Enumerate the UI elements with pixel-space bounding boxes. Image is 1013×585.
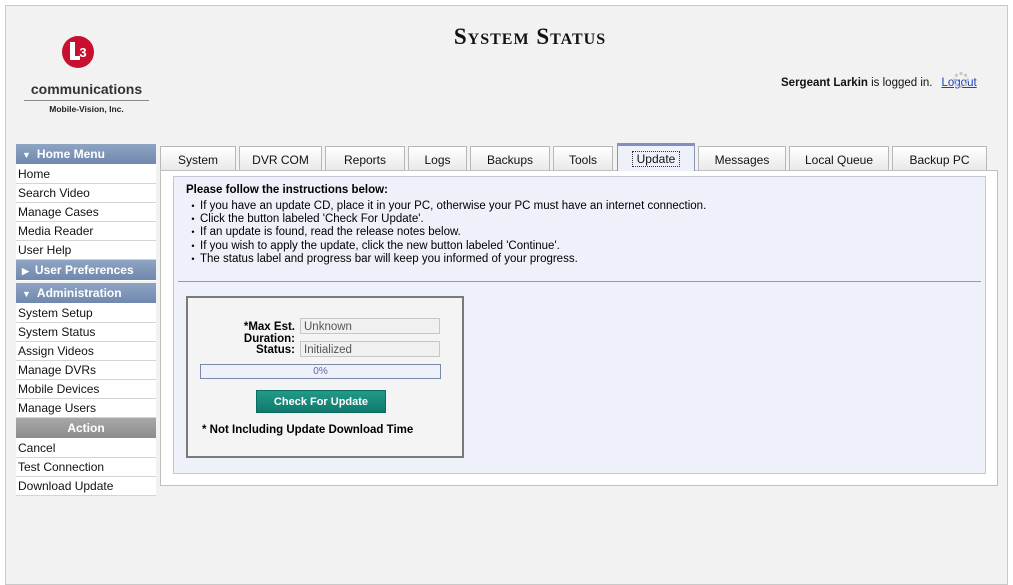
instruction-item: If you wish to apply the update, click t… xyxy=(186,240,706,253)
tab-local-queue[interactable]: Local Queue xyxy=(789,146,889,170)
administration-label: Administration xyxy=(36,286,122,300)
max-duration-label: *Max Est. Duration: xyxy=(243,321,295,345)
sidebar-item-search-video[interactable]: Search Video xyxy=(16,184,156,203)
sidebar-item-system-status[interactable]: System Status xyxy=(16,323,156,342)
tab-reports[interactable]: Reports xyxy=(325,146,405,170)
user-preferences-header[interactable]: ▶ User Preferences xyxy=(16,260,156,281)
tab-update[interactable]: Update xyxy=(617,143,695,171)
tab-system[interactable]: System xyxy=(160,146,236,170)
sidebar-item-manage-users[interactable]: Manage Users xyxy=(16,399,156,418)
logged-in-text: is logged in. xyxy=(867,77,933,89)
status-label: Status: xyxy=(256,344,295,356)
sidebar-item-system-setup[interactable]: System Setup xyxy=(16,304,156,323)
tab-backups[interactable]: Backups xyxy=(470,146,550,170)
instruction-item: The status label and progress bar will k… xyxy=(186,253,706,266)
status-field: Initialized xyxy=(300,341,440,357)
login-info: Sergeant Larkin is logged in. Logout xyxy=(781,77,977,89)
tab-logs[interactable]: Logs xyxy=(408,146,467,170)
sidebar-item-manage-cases[interactable]: Manage Cases xyxy=(16,203,156,222)
logo-subtitle: Mobile-Vision, Inc. xyxy=(49,104,124,114)
instructions-title: Please follow the instructions below: xyxy=(186,184,388,196)
sidebar: ▼ Home Menu Home Search Video Manage Case… xyxy=(16,144,156,496)
check-for-update-button[interactable]: Check For Update xyxy=(256,390,386,413)
divider xyxy=(178,281,981,282)
logo-divider xyxy=(24,100,149,101)
instruction-item: If an update is found, read the release … xyxy=(186,226,706,239)
instruction-item: If you have an update CD, place it in yo… xyxy=(186,200,706,213)
svg-text:3: 3 xyxy=(79,45,86,60)
tab-tools[interactable]: Tools xyxy=(553,146,613,170)
home-menu-label: Home Menu xyxy=(36,147,105,161)
l3-logo-mark: 3 xyxy=(62,36,94,68)
action-item-download-update[interactable]: Download Update xyxy=(16,477,156,496)
triangle-down-icon: ▼ xyxy=(22,150,31,160)
triangle-right-icon: ▶ xyxy=(22,266,29,276)
sidebar-item-home[interactable]: Home xyxy=(16,165,156,184)
logged-in-user: Sergeant Larkin xyxy=(781,77,868,89)
sidebar-item-manage-dvrs[interactable]: Manage DVRs xyxy=(16,361,156,380)
sidebar-item-media-reader[interactable]: Media Reader xyxy=(16,222,156,241)
sidebar-item-user-help[interactable]: User Help xyxy=(16,241,156,260)
instructions-list: If you have an update CD, place it in yo… xyxy=(186,200,706,266)
administration-header[interactable]: ▼ Administration xyxy=(16,283,156,304)
tab-messages[interactable]: Messages xyxy=(698,146,786,170)
company-logo: 3 communications Mobile-Vision, Inc. xyxy=(24,33,149,123)
sidebar-item-mobile-devices[interactable]: Mobile Devices xyxy=(16,380,156,399)
logo-name: communications xyxy=(30,81,143,97)
update-progress-bar: 0% xyxy=(200,364,441,379)
action-item-test-connection[interactable]: Test Connection xyxy=(16,458,156,477)
tab-update-label: Update xyxy=(631,151,681,167)
loading-spinner-icon xyxy=(952,71,970,89)
page-title: System Status xyxy=(453,24,607,49)
progress-text: 0% xyxy=(313,366,328,377)
home-menu-header[interactable]: ▼ Home Menu xyxy=(16,144,156,165)
max-duration-field: Unknown xyxy=(300,318,440,334)
action-item-cancel[interactable]: Cancel xyxy=(16,439,156,458)
instruction-item: Click the button labeled 'Check For Upda… xyxy=(186,213,706,226)
triangle-down-icon: ▼ xyxy=(22,289,31,299)
duration-footnote: * Not Including Update Download Time xyxy=(202,424,414,436)
user-preferences-label: User Preferences xyxy=(34,263,134,277)
action-header: Action xyxy=(16,418,156,439)
tab-dvr-com[interactable]: DVR COM xyxy=(239,146,322,170)
sidebar-item-assign-videos[interactable]: Assign Videos xyxy=(16,342,156,361)
tab-backup-pc[interactable]: Backup PC xyxy=(892,146,987,170)
